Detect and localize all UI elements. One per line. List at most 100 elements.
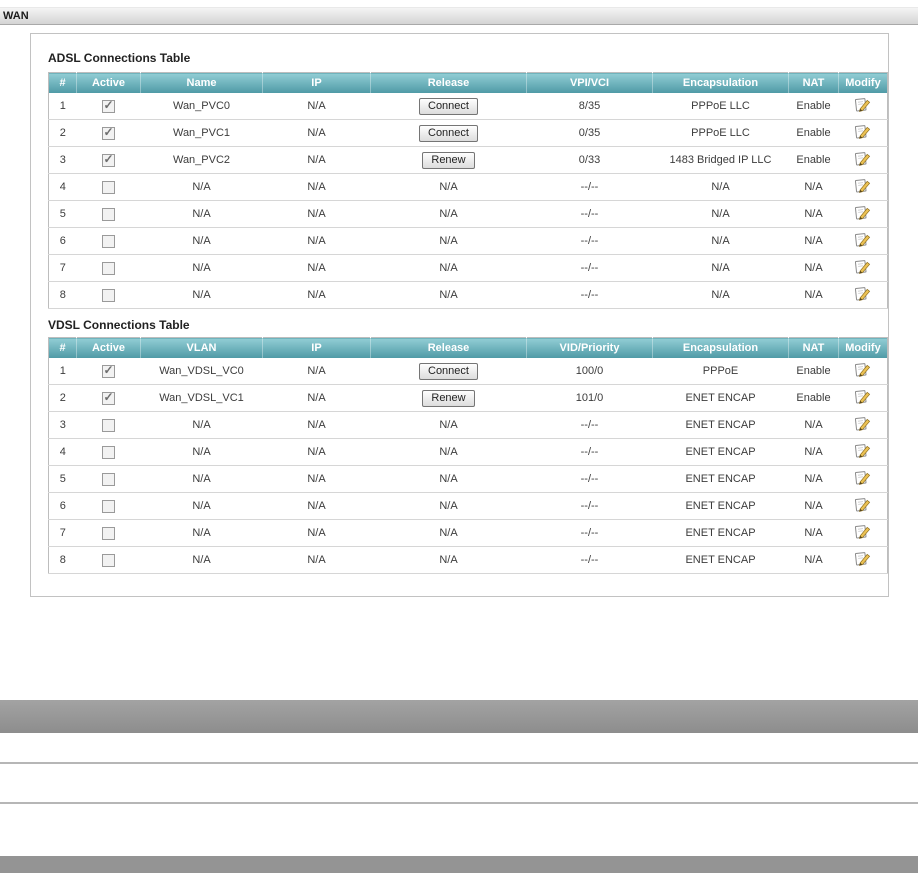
- modify-pencil-icon: [855, 498, 871, 512]
- connect-button[interactable]: Connect: [419, 97, 478, 115]
- cell-release: N/A: [370, 438, 527, 466]
- modify-icon[interactable]: [854, 469, 871, 486]
- modify-icon[interactable]: [854, 496, 871, 513]
- adsl-table-row: 3 Wan_PVC2 N/A Renew 0/33 1483 Bridged IP LLC…: [48, 146, 888, 174]
- cell-encapsulation: ENET ENCAP: [652, 519, 789, 547]
- modify-icon[interactable]: [854, 96, 871, 113]
- adsl-table-row: 2 Wan_PVC1 N/A Connect 0/35 PPPoE LLC Enable: [48, 119, 888, 147]
- cell-modify: [838, 438, 888, 466]
- modify-pencil-icon: [855, 98, 871, 112]
- modify-icon[interactable]: [854, 177, 871, 194]
- adsl-table-row: 6 N/A N/A N/A --/-- N/A N/A: [48, 227, 888, 255]
- cell-release: N/A: [370, 254, 527, 282]
- modify-icon[interactable]: [854, 123, 871, 140]
- cell-active: [76, 519, 141, 547]
- cell-encapsulation: N/A: [652, 173, 789, 201]
- active-checkbox: [102, 98, 115, 113]
- cell-active: [76, 281, 141, 309]
- cell-number: 3: [48, 146, 77, 174]
- cell-number: 5: [48, 465, 77, 493]
- cell-vpi-vci: --/--: [526, 200, 653, 228]
- cell-name: N/A: [140, 519, 263, 547]
- cell-nat: N/A: [788, 227, 839, 255]
- adsl-connections-table: # Active Name IP Release VPI/VCI Encapsu…: [48, 72, 888, 309]
- modify-pencil-icon: [855, 471, 871, 485]
- modify-pencil-icon: [855, 363, 871, 377]
- cell-active: [76, 227, 141, 255]
- wan-titlebar: WAN: [0, 7, 918, 25]
- modify-icon[interactable]: [854, 550, 871, 567]
- col-header-vpi-vci: VPI/VCI: [526, 72, 653, 93]
- vdsl-table-header-row: # Active VLAN IP Release VID/Priority En…: [48, 337, 888, 358]
- modify-icon[interactable]: [854, 442, 871, 459]
- cell-active: [76, 254, 141, 282]
- cell-release: N/A: [370, 465, 527, 493]
- vdsl-table-row: 3 N/A N/A N/A --/-- ENET ENCAP N/A: [48, 411, 888, 439]
- vdsl-table-row: 5 N/A N/A N/A --/-- ENET ENCAP N/A: [48, 465, 888, 493]
- cell-vpi-vci: 0/33: [526, 146, 653, 174]
- connect-button[interactable]: Connect: [419, 124, 478, 142]
- cell-active: [76, 358, 141, 385]
- cell-active: [76, 546, 141, 574]
- cell-active: [76, 492, 141, 520]
- cell-release: N/A: [370, 200, 527, 228]
- col-header-modify: Modify: [838, 337, 888, 358]
- modify-icon[interactable]: [854, 361, 871, 378]
- cell-ip: N/A: [262, 254, 371, 282]
- vdsl-table-row: 1 Wan_VDSL_VC0 N/A Connect 100/0 PPPoE Enable: [48, 358, 888, 385]
- col-header-vid-priority: VID/Priority: [526, 337, 653, 358]
- cell-number: 8: [48, 281, 77, 309]
- modify-icon[interactable]: [854, 258, 871, 275]
- cell-active: [76, 200, 141, 228]
- cell-ip: N/A: [262, 411, 371, 439]
- cell-name: Wan_PVC1: [140, 119, 263, 147]
- cell-vpi-vci: --/--: [526, 254, 653, 282]
- cell-nat: N/A: [788, 546, 839, 574]
- cell-release: Connect: [370, 93, 527, 120]
- cell-name: N/A: [140, 281, 263, 309]
- renew-button[interactable]: Renew: [422, 389, 475, 407]
- adsl-table-header-row: # Active Name IP Release VPI/VCI Encapsu…: [48, 72, 888, 93]
- cell-modify: [838, 254, 888, 282]
- cell-release: Connect: [370, 358, 527, 385]
- col-header-active: Active: [76, 337, 141, 358]
- connect-button[interactable]: Connect: [419, 362, 478, 380]
- cell-vpi-vci: 100/0: [526, 358, 653, 385]
- cell-vpi-vci: 8/35: [526, 93, 653, 120]
- modify-pencil-icon: [855, 417, 871, 431]
- modify-icon[interactable]: [854, 285, 871, 302]
- cell-modify: [838, 519, 888, 547]
- modify-icon[interactable]: [854, 415, 871, 432]
- cell-modify: [838, 358, 888, 385]
- modify-icon[interactable]: [854, 150, 871, 167]
- modify-pencil-icon: [855, 206, 871, 220]
- cell-encapsulation: 1483 Bridged IP LLC: [652, 146, 789, 174]
- cell-active: [76, 438, 141, 466]
- cell-vpi-vci: --/--: [526, 281, 653, 309]
- cell-modify: [838, 492, 888, 520]
- active-checkbox: [102, 363, 115, 378]
- renew-button[interactable]: Renew: [422, 151, 475, 169]
- cell-vpi-vci: 101/0: [526, 384, 653, 412]
- cell-modify: [838, 93, 888, 120]
- col-header-release: Release: [370, 72, 527, 93]
- modify-icon[interactable]: [854, 231, 871, 248]
- cell-ip: N/A: [262, 119, 371, 147]
- cell-nat: N/A: [788, 519, 839, 547]
- cell-active: [76, 411, 141, 439]
- cell-release: N/A: [370, 519, 527, 547]
- cell-number: 2: [48, 384, 77, 412]
- active-checkbox: [102, 445, 115, 459]
- cell-modify: [838, 465, 888, 493]
- vdsl-table-row: 6 N/A N/A N/A --/-- ENET ENCAP N/A: [48, 492, 888, 520]
- cell-modify: [838, 146, 888, 174]
- modify-icon[interactable]: [854, 388, 871, 405]
- modify-pencil-icon: [855, 525, 871, 539]
- cell-name: N/A: [140, 465, 263, 493]
- cell-encapsulation: N/A: [652, 254, 789, 282]
- modify-icon[interactable]: [854, 523, 871, 540]
- cell-nat: N/A: [788, 200, 839, 228]
- cell-release: Renew: [370, 384, 527, 412]
- modify-icon[interactable]: [854, 204, 871, 221]
- cell-active: [76, 384, 141, 412]
